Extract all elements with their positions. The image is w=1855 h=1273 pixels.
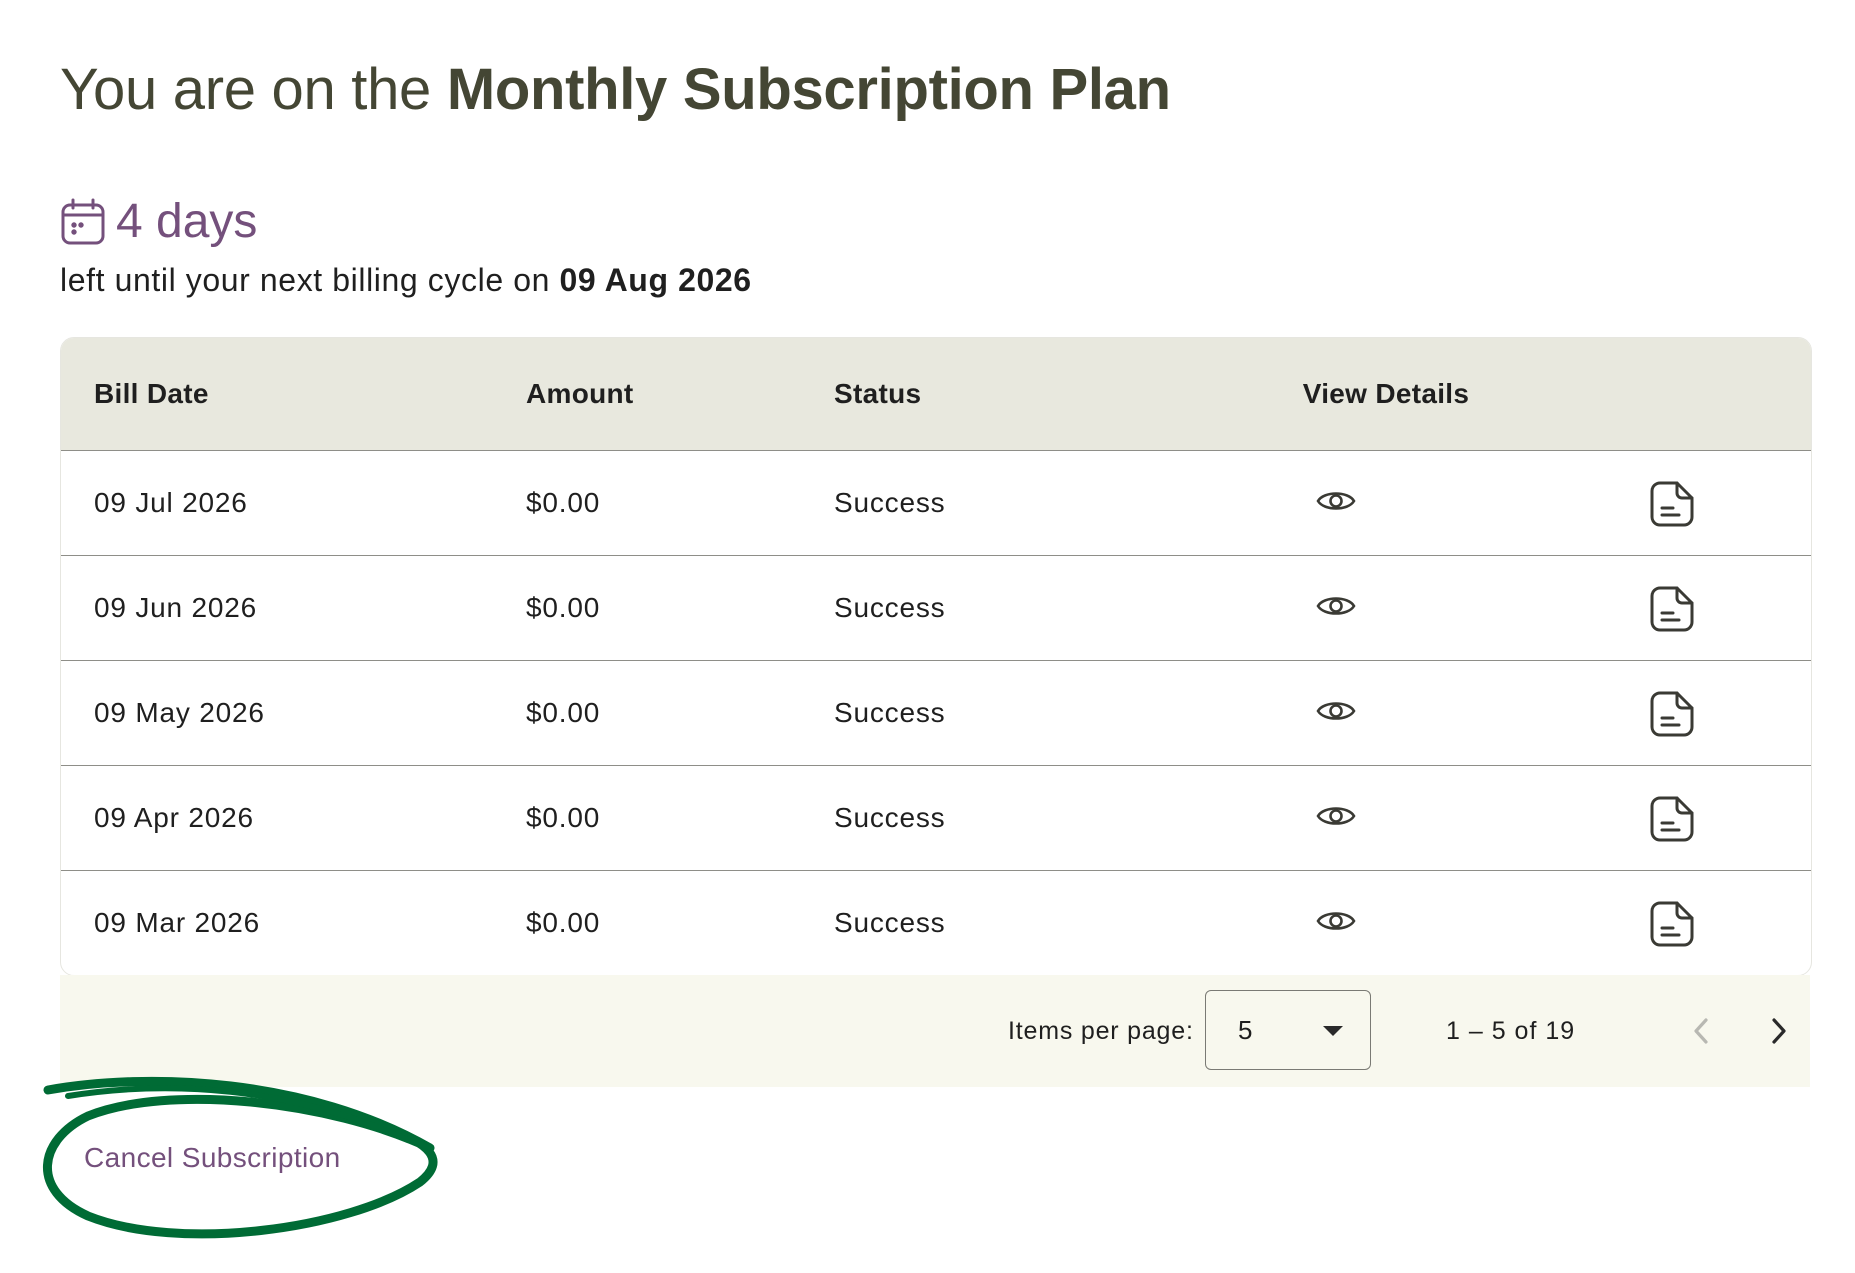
column-header-status: Status (834, 378, 922, 409)
calendar-icon (60, 198, 106, 246)
cell-status: Success (834, 487, 946, 518)
days-left-value: 4 days (116, 195, 258, 248)
cell-amount: $0.00 (526, 907, 601, 938)
title-prefix: You are on the (60, 57, 447, 122)
next-page-button[interactable] (1754, 1006, 1804, 1056)
document-icon (1650, 901, 1694, 947)
items-per-page-select[interactable]: 5 (1205, 990, 1371, 1070)
cell-amount: $0.00 (526, 487, 601, 518)
cell-status: Success (834, 907, 946, 938)
days-left: 4 days (60, 192, 257, 252)
view-details-button[interactable] (1314, 691, 1358, 731)
invoice-button[interactable] (1646, 582, 1698, 636)
cancel-subscription-area: Cancel Subscription (28, 1070, 438, 1240)
items-per-page-label: Items per page: (1008, 1017, 1194, 1045)
cell-bill-date: 09 Jul 2026 (94, 487, 248, 518)
page-title: You are on the Monthly Subscription Plan (60, 56, 1171, 123)
view-details-button[interactable] (1314, 586, 1358, 626)
cell-amount: $0.00 (526, 697, 601, 728)
invoice-button[interactable] (1646, 477, 1698, 531)
document-icon (1650, 586, 1694, 632)
cell-status: Success (834, 802, 946, 833)
billing-cycle-text: left until your next billing cycle on 09… (60, 262, 752, 299)
document-icon (1650, 796, 1694, 842)
billing-table: Bill Date Amount Status View Details 09 … (60, 337, 1812, 976)
view-details-button[interactable] (1314, 901, 1358, 941)
cell-bill-date: 09 May 2026 (94, 697, 265, 728)
table-row: 09 May 2026 $0.00 Success (61, 661, 1811, 766)
billing-cycle-prefix: left until your next billing cycle on (60, 262, 560, 298)
view-details-button[interactable] (1314, 481, 1358, 521)
plan-name: Monthly Subscription Plan (446, 57, 1171, 122)
column-header-bill-date: Bill Date (94, 378, 209, 409)
table-row: 09 Mar 2026 $0.00 Success (61, 871, 1811, 975)
column-header-view-details: View Details (1302, 378, 1470, 409)
cell-status: Success (834, 592, 946, 623)
previous-page-button[interactable] (1676, 1006, 1726, 1056)
eye-icon (1316, 702, 1356, 720)
table-row: 09 Jul 2026 $0.00 Success (61, 451, 1811, 556)
dropdown-arrow-icon (1323, 1026, 1343, 1036)
cell-amount: $0.00 (526, 592, 601, 623)
table-row: 09 Apr 2026 $0.00 Success (61, 766, 1811, 871)
eye-icon (1316, 492, 1356, 510)
items-per-page-value: 5 (1238, 1015, 1253, 1045)
table-header: Bill Date Amount Status View Details (61, 338, 1811, 451)
page-range-label: 1 – 5 of 19 (1446, 1017, 1576, 1045)
cell-bill-date: 09 Mar 2026 (94, 907, 261, 938)
chevron-right-icon (1772, 1018, 1786, 1044)
cell-amount: $0.00 (526, 802, 601, 833)
invoice-button[interactable] (1646, 687, 1698, 741)
document-icon (1650, 691, 1694, 737)
table-row: 09 Jun 2026 $0.00 Success (61, 556, 1811, 661)
invoice-button[interactable] (1646, 897, 1698, 951)
view-details-button[interactable] (1314, 796, 1358, 836)
eye-icon (1316, 807, 1356, 825)
cell-bill-date: 09 Jun 2026 (94, 592, 257, 623)
next-billing-date: 09 Aug 2026 (559, 262, 752, 298)
chevron-left-icon (1694, 1018, 1708, 1044)
cell-status: Success (834, 697, 946, 728)
column-header-amount: Amount (526, 378, 634, 409)
document-icon (1650, 481, 1694, 527)
cancel-subscription-link[interactable]: Cancel Subscription (84, 1142, 341, 1174)
eye-icon (1316, 912, 1356, 930)
cell-bill-date: 09 Apr 2026 (94, 802, 254, 833)
eye-icon (1316, 597, 1356, 615)
invoice-button[interactable] (1646, 792, 1698, 846)
